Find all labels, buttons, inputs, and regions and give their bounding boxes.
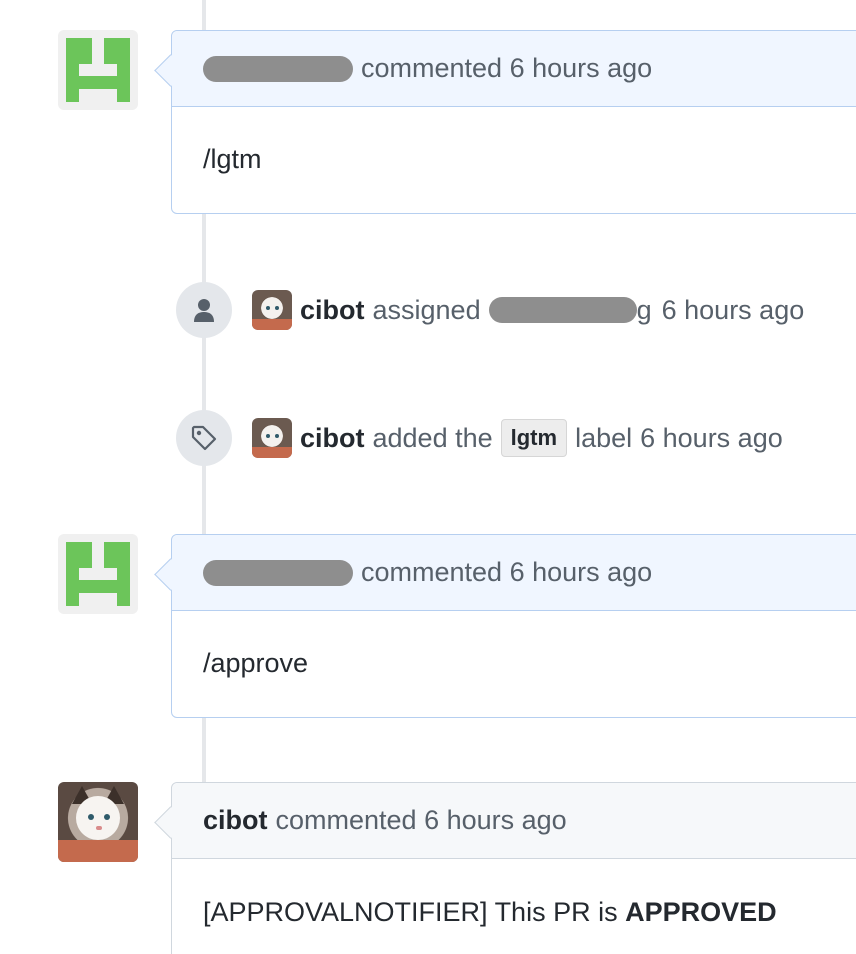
event-action: assigned bbox=[372, 294, 481, 325]
comment-body: /lgtm bbox=[203, 143, 262, 174]
commenter-avatar[interactable] bbox=[58, 30, 138, 110]
comment-header: commented 6 hours ago bbox=[172, 535, 856, 611]
identicon bbox=[66, 542, 130, 606]
commenter-avatar[interactable] bbox=[58, 534, 138, 614]
comment-card: commented 6 hours ago /lgtm bbox=[154, 30, 856, 214]
comment-time[interactable]: 6 hours ago bbox=[510, 53, 653, 84]
cibot-avatar[interactable] bbox=[252, 290, 292, 330]
comment-body: [APPROVALNOTIFIER] This PR is APPROVED bbox=[172, 859, 856, 954]
assigned-event: cibot assigned g 6 hours ago bbox=[176, 282, 804, 338]
comment-time[interactable]: 6 hours ago bbox=[510, 557, 653, 588]
comment-verb: commented bbox=[361, 557, 503, 587]
comment-verb: commented bbox=[361, 53, 503, 83]
cibot-avatar[interactable] bbox=[252, 418, 292, 458]
event-action: added the bbox=[372, 422, 493, 453]
event-badge bbox=[176, 282, 232, 338]
comment-time[interactable]: 6 hours ago bbox=[424, 805, 567, 836]
event-time[interactable]: 6 hours ago bbox=[662, 295, 805, 326]
event-label-word: label bbox=[575, 422, 633, 453]
redacted-assignee bbox=[488, 297, 637, 323]
redacted-username bbox=[203, 559, 353, 586]
approval-notice-text: [APPROVALNOTIFIER] This PR is bbox=[203, 896, 626, 927]
comment-card: cibot commented 6 hours ago [APPROVALNOT… bbox=[154, 782, 856, 954]
comment-body: /approve bbox=[203, 647, 309, 678]
comment-header: cibot commented 6 hours ago bbox=[172, 783, 856, 859]
person-icon bbox=[194, 299, 214, 322]
labeled-event: cibot added the lgtm label 6 hours ago bbox=[176, 410, 783, 466]
event-actor[interactable]: cibot bbox=[300, 295, 365, 326]
comment-card: commented 6 hours ago /approve bbox=[154, 534, 856, 718]
comment-verb: commented bbox=[275, 805, 417, 835]
lgtm-label[interactable]: lgtm bbox=[500, 419, 568, 457]
event-badge bbox=[176, 410, 232, 466]
pr-timeline: commented 6 hours ago /lgtm cibot assign… bbox=[0, 0, 856, 954]
identicon bbox=[66, 38, 130, 102]
approval-status: APPROVED bbox=[625, 896, 777, 927]
event-actor[interactable]: cibot bbox=[300, 423, 365, 454]
event-time[interactable]: 6 hours ago bbox=[640, 423, 783, 454]
cibot-avatar[interactable] bbox=[58, 782, 138, 862]
tag-icon bbox=[191, 425, 217, 451]
comment-header: commented 6 hours ago bbox=[172, 31, 856, 107]
redacted-username bbox=[203, 55, 353, 82]
comment-author[interactable]: cibot bbox=[203, 805, 268, 836]
assignee-suffix: g bbox=[636, 294, 652, 325]
